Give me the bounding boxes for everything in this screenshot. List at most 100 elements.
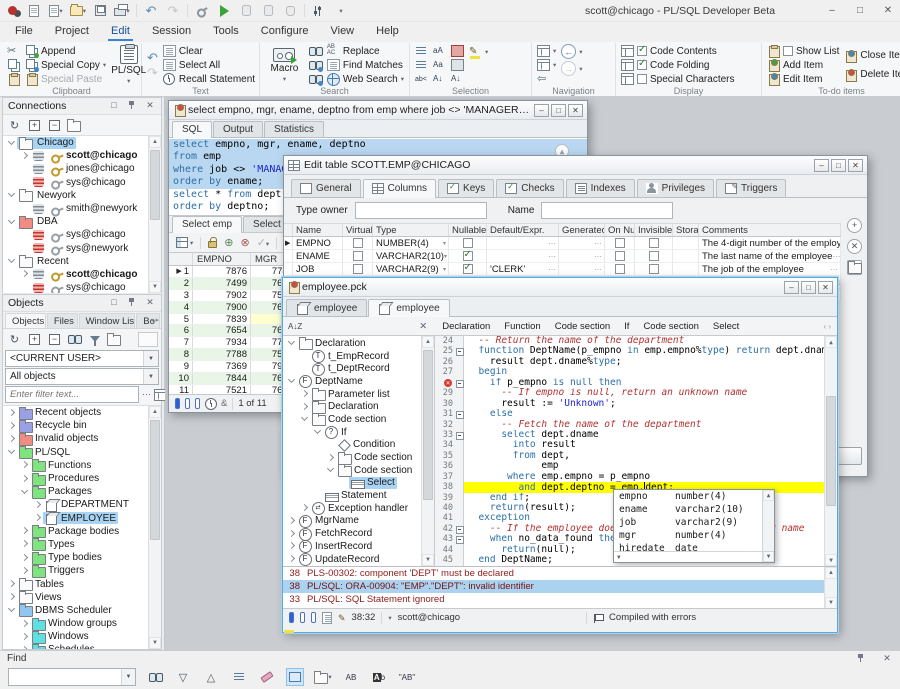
fold-marker[interactable] — [455, 555, 464, 565]
cell-column-type[interactable]: VARCHAR2(10) — [373, 250, 449, 262]
execute-icon[interactable] — [216, 3, 232, 19]
navigate-arrow-icon[interactable]: ⇦ — [537, 73, 556, 85]
connection-item[interactable]: Chicago — [3, 136, 161, 149]
autocomplete-item[interactable]: job varchar2(9) — [614, 516, 762, 529]
expander-icon[interactable] — [6, 605, 17, 615]
expander-icon[interactable] — [32, 500, 43, 510]
fold-marker[interactable] — [455, 472, 464, 482]
object-tree-item[interactable]: Window groups — [3, 617, 161, 630]
expander-icon[interactable] — [286, 541, 297, 551]
logon-key-icon[interactable] — [191, 0, 213, 21]
display-option-checkbox[interactable] — [637, 74, 647, 84]
connections-refresh-icon[interactable]: ↻ — [6, 117, 23, 133]
nullable-checkbox[interactable] — [463, 251, 473, 261]
ribbon-tab[interactable]: File — [4, 22, 44, 42]
objects-collapse-icon[interactable]: − — [46, 331, 63, 347]
result-set-tab[interactable]: Select emp — [172, 216, 242, 233]
expander-icon[interactable] — [19, 151, 30, 161]
expander-icon[interactable] — [19, 204, 30, 214]
invisible-checkbox[interactable] — [649, 238, 659, 248]
code-tree-item[interactable]: Condition — [283, 439, 434, 452]
sql-maximize-icon[interactable]: □ — [551, 104, 566, 117]
open-file-icon[interactable]: ▾ — [70, 3, 86, 19]
expander-icon[interactable] — [19, 645, 30, 649]
object-tree-item[interactable]: Packages — [3, 485, 161, 498]
cell-comment[interactable]: The last name of the employee — [699, 250, 841, 262]
fold-marker[interactable] — [455, 357, 464, 367]
find-text-field[interactable] — [9, 669, 135, 685]
search-current-window-icon[interactable] — [286, 668, 304, 686]
lowercase-icon[interactable] — [433, 59, 446, 71]
object-tree-item[interactable]: Windows — [3, 630, 161, 643]
expander-icon[interactable] — [6, 256, 17, 266]
code-tree-item[interactable]: Declaration — [283, 400, 434, 413]
special-paste-button[interactable]: Special Paste — [25, 73, 106, 85]
connection-item[interactable]: scott@chicago — [3, 268, 161, 281]
connection-item[interactable]: sys@chicago — [3, 176, 161, 189]
sql-window-tab[interactable]: Output — [213, 121, 263, 137]
code-tree-item[interactable]: InsertRecord — [283, 540, 434, 553]
minimize-window-icon[interactable]: – — [824, 5, 840, 16]
connections-maximize-icon[interactable]: □ — [108, 100, 120, 112]
sort-tree-icon[interactable]: A↓Z — [283, 322, 307, 331]
code-line[interactable]: 29 -- If empno is null, return an unknow… — [435, 388, 824, 398]
find-history-dropdown-icon[interactable]: ▼ — [121, 669, 135, 685]
expander-icon[interactable] — [19, 177, 30, 187]
connections-scrollbar[interactable]: ▲ ▼ — [148, 136, 161, 293]
save-icon[interactable] — [92, 3, 108, 19]
ribbon-tab[interactable]: Edit — [100, 22, 141, 42]
expander-icon[interactable] — [6, 579, 17, 589]
expander-icon[interactable] — [19, 283, 30, 293]
object-tree-item[interactable]: PL/SQL — [3, 446, 161, 459]
breadcrumb-item[interactable]: Select — [706, 320, 746, 333]
code-line[interactable]: 35 from dept, — [435, 451, 824, 461]
object-tree-item[interactable]: Recycle bin — [3, 419, 161, 432]
connection-item[interactable]: sys@chicago — [3, 228, 161, 241]
object-tree-item[interactable]: Invalid objects — [3, 432, 161, 445]
connections-pin-icon[interactable] — [126, 100, 138, 112]
breadcrumb-item[interactable]: Declaration — [435, 320, 497, 333]
package-part-tab[interactable]: employee — [368, 299, 449, 317]
ribbon-tab[interactable]: Project — [44, 22, 100, 42]
text-redo-icon[interactable]: ↷ — [147, 66, 158, 79]
expander-icon[interactable] — [299, 414, 310, 424]
virtual-checkbox[interactable] — [353, 264, 363, 274]
object-tree-item[interactable]: Procedures — [3, 472, 161, 485]
exact-phrase-icon[interactable]: "AB" — [398, 668, 416, 686]
display-option[interactable]: Code Contents — [621, 45, 734, 57]
expander-icon[interactable] — [19, 539, 30, 549]
expander-icon[interactable] — [19, 269, 30, 279]
pck-close-icon[interactable]: ✕ — [818, 281, 833, 294]
code-tree-item[interactable]: DeptName — [283, 375, 434, 388]
expander-icon[interactable] — [19, 632, 30, 642]
code-line[interactable]: 33 select dept.dname — [435, 430, 824, 440]
column-definition-row[interactable]: ENAME VARCHAR2(10) The last name of the … — [284, 250, 841, 263]
uppercase-icon[interactable] — [433, 45, 446, 57]
commit-icon[interactable] — [238, 3, 254, 19]
autocomplete-item[interactable]: ename varchar2(10) — [614, 503, 762, 516]
cell-empno[interactable]: 7499 — [193, 278, 251, 289]
maximize-window-icon[interactable]: □ — [852, 5, 868, 16]
nullable-checkbox[interactable] — [463, 238, 473, 248]
ribbon-tab[interactable]: Configure — [250, 22, 320, 42]
object-tree-item[interactable]: Schedules — [3, 643, 161, 649]
expander-icon[interactable] — [19, 164, 30, 174]
connection-item[interactable]: sys@chicago — [3, 281, 161, 293]
fold-marker[interactable] — [455, 534, 464, 544]
breadcrumb-item[interactable]: Function — [497, 320, 547, 333]
macro-button[interactable]: Macro▾ — [265, 45, 304, 85]
find-input[interactable]: ▼ — [8, 668, 136, 686]
cell-column-name[interactable]: ENAME — [293, 250, 343, 262]
navigate-back-icon[interactable]: ←▾ — [561, 45, 582, 58]
cell-default[interactable] — [487, 250, 559, 262]
expander-icon[interactable] — [299, 402, 310, 412]
close-window-icon[interactable]: ✕ — [880, 5, 896, 16]
connection-item[interactable]: Recent — [3, 255, 161, 268]
fold-marker[interactable] — [455, 461, 464, 471]
code-tree-item[interactable]: t_DeptRecord — [283, 362, 434, 375]
sql-window-tab[interactable]: SQL — [172, 121, 212, 138]
cell-empno[interactable]: 7369 — [193, 361, 251, 372]
code-line[interactable]: 34 into result — [435, 440, 824, 450]
expander-icon[interactable] — [286, 376, 297, 386]
edit-table-tab[interactable]: Columns — [363, 179, 436, 198]
